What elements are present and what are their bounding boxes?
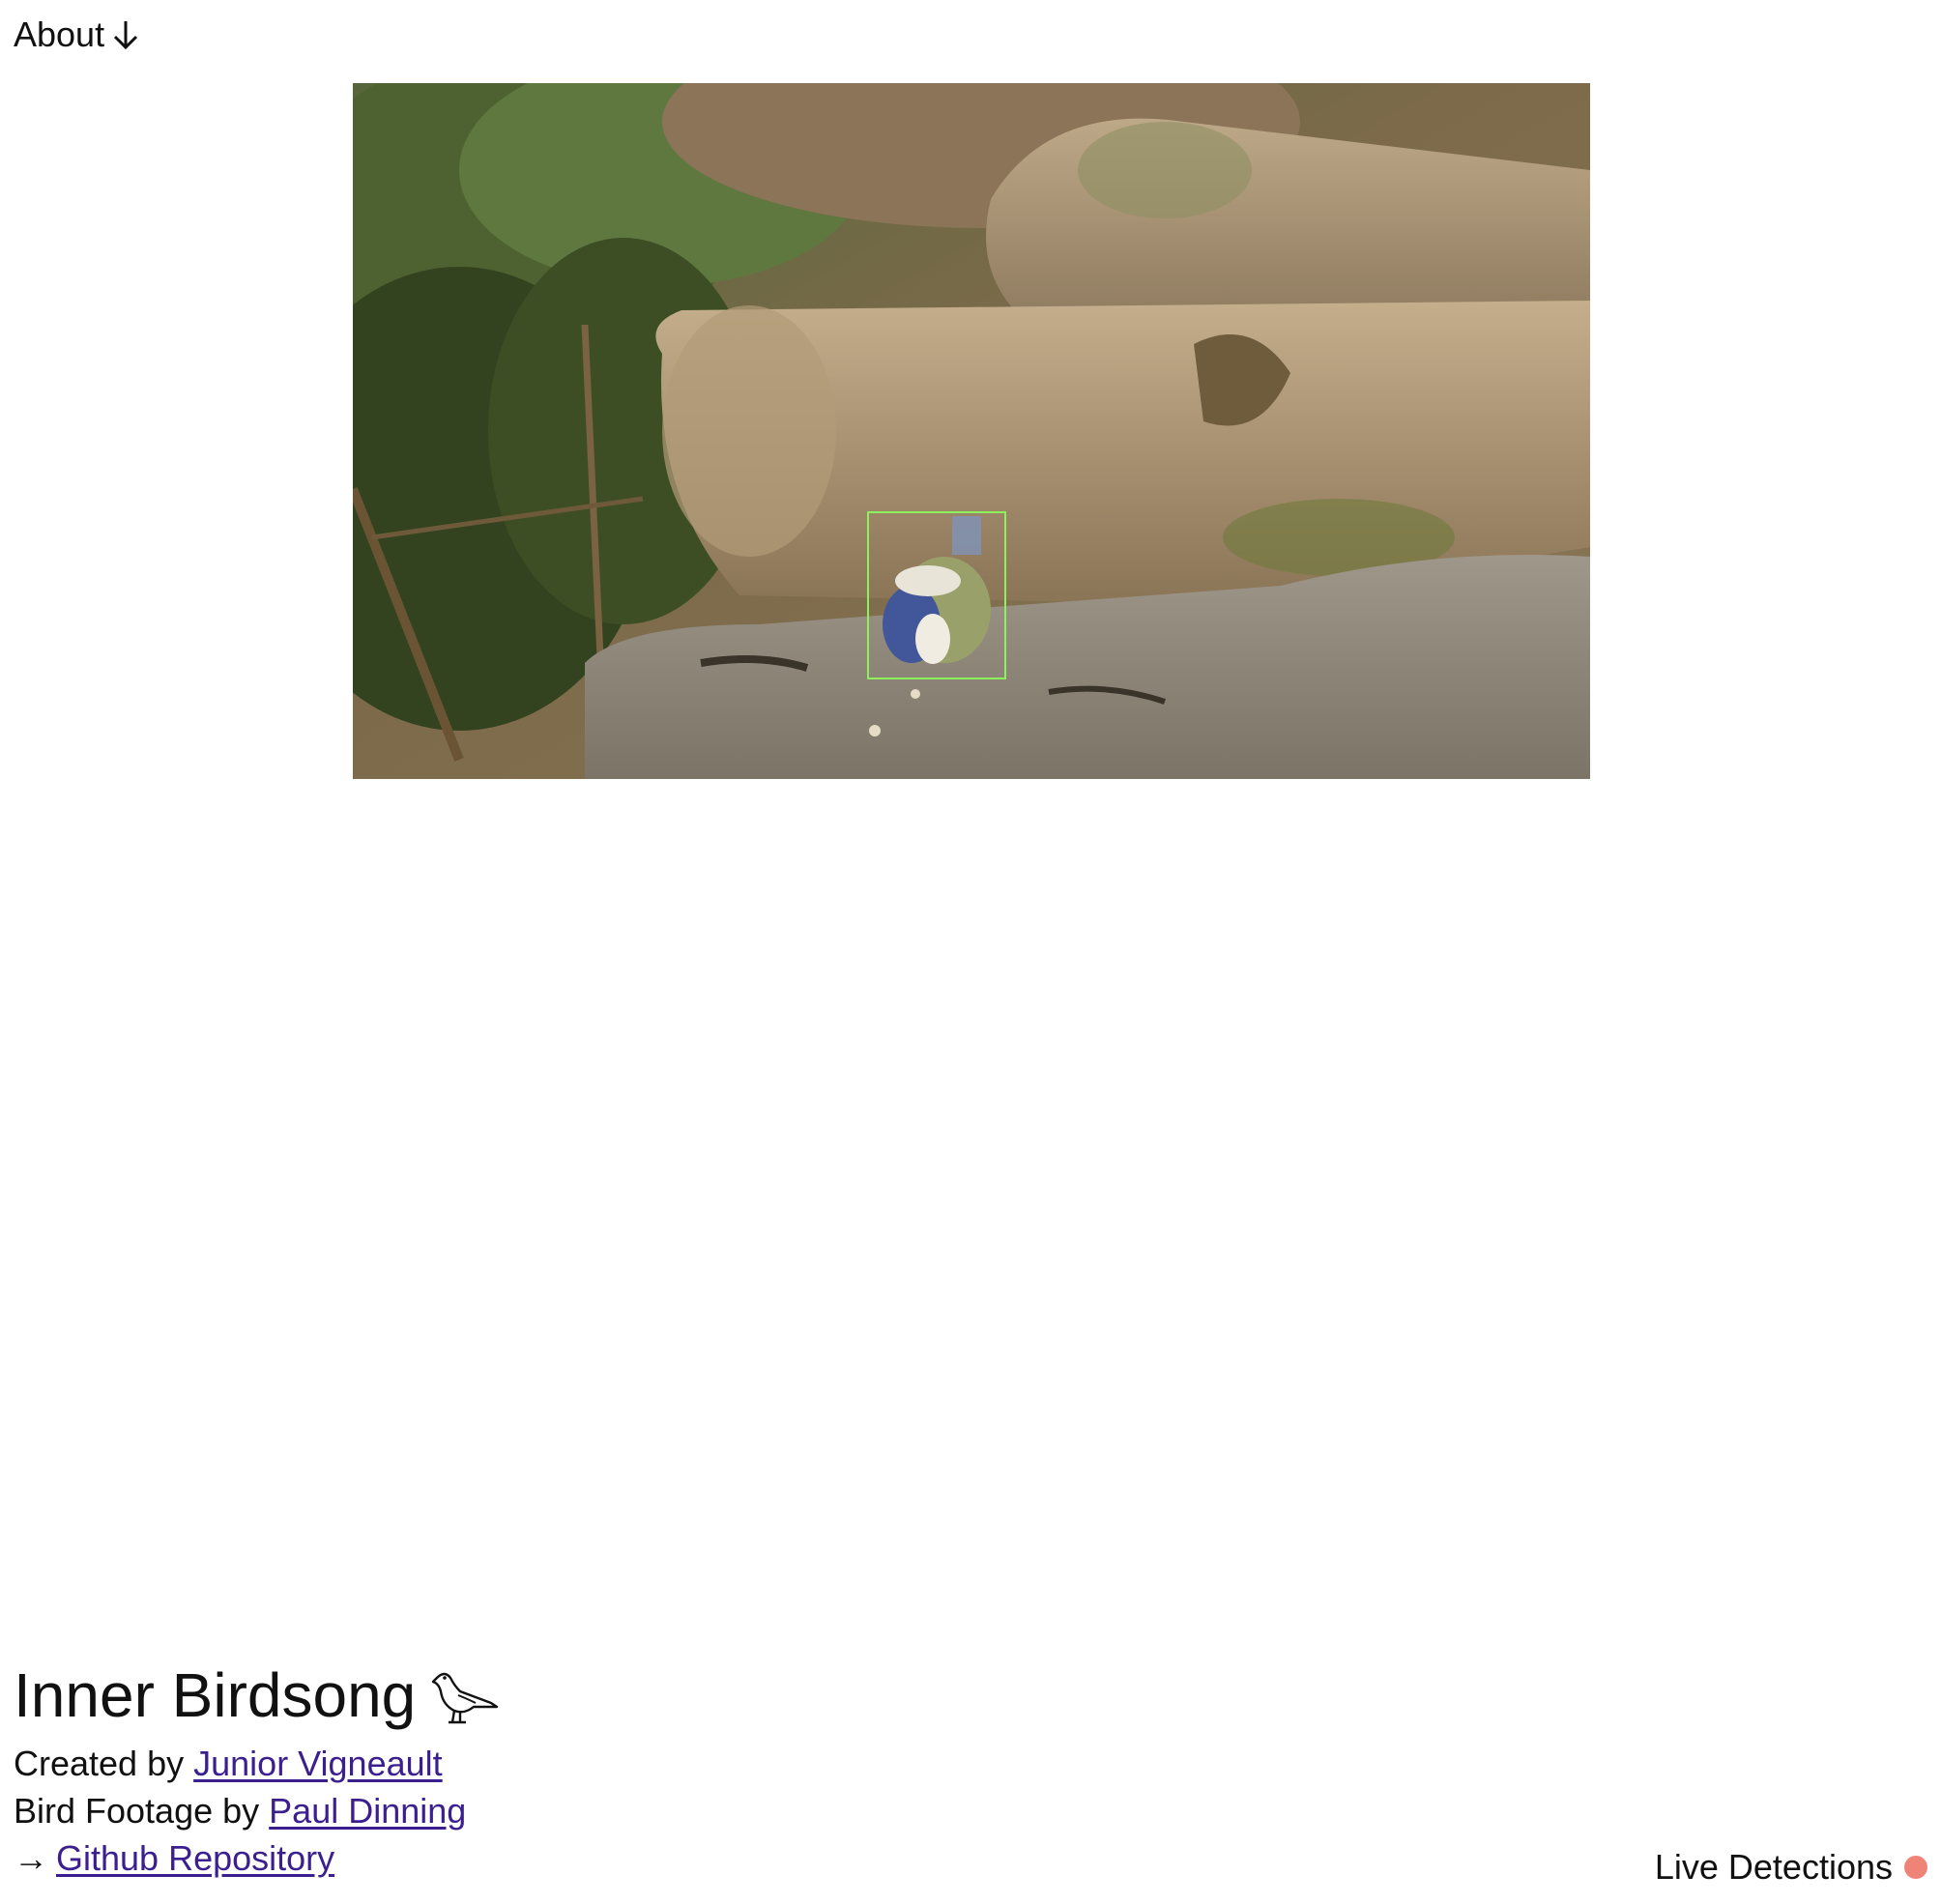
page-title: Inner Birdsong	[14, 1664, 884, 1726]
created-by-prefix: Created by	[14, 1744, 185, 1783]
footage-author-link[interactable]: Paul Dinning	[269, 1791, 466, 1831]
live-indicator-icon	[1904, 1855, 1927, 1879]
arrow-right-icon: →	[14, 1838, 48, 1878]
live-detections-label: Live Detections	[1654, 1847, 1893, 1887]
footage-by-line: Bird Footage by Paul Dinning	[14, 1787, 884, 1834]
repo-line: → Github Repository	[14, 1834, 884, 1882]
created-by-line: Created by Junior Vigneault	[14, 1740, 884, 1787]
credits-panel: Inner Birdsong Created by Junior Vigneau…	[14, 1664, 884, 1882]
about-label: About	[14, 14, 105, 54]
bird-video[interactable]	[353, 83, 1590, 779]
arrow-down-icon	[114, 21, 138, 50]
bird-icon	[432, 1672, 499, 1724]
detection-box	[867, 511, 1006, 679]
about-toggle[interactable]: About	[14, 17, 139, 52]
creator-link[interactable]: Junior Vigneault	[193, 1744, 443, 1783]
site-title-text: Inner Birdsong	[14, 1660, 417, 1730]
live-detections-status: Live Detections	[1655, 1843, 1927, 1890]
github-repository-link[interactable]: Github Repository	[56, 1838, 334, 1878]
footage-by-prefix: Bird Footage by	[14, 1791, 260, 1831]
